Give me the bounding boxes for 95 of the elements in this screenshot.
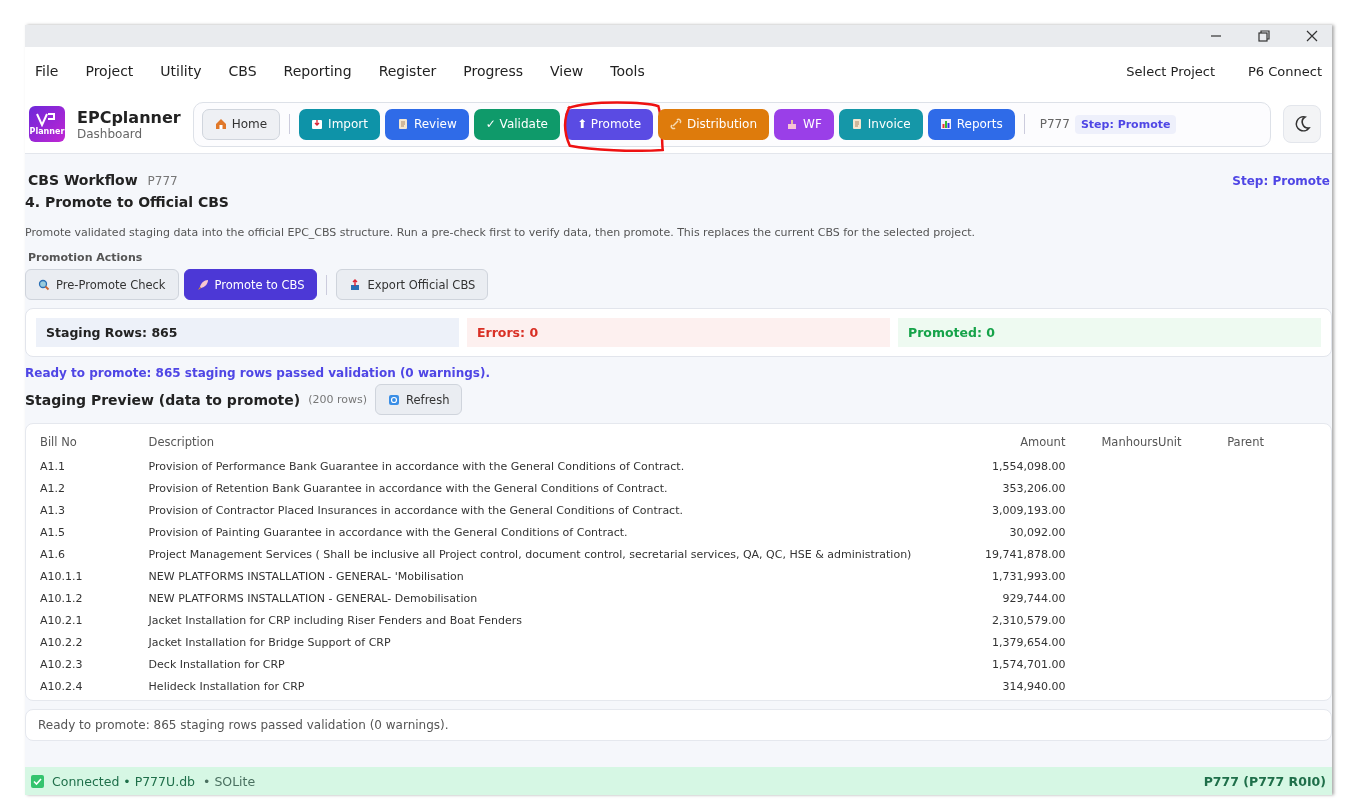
table-cell: NEW PLATFORMS INSTALLATION - GENERAL- 'Mobilisation — [148, 569, 464, 583]
menu-item[interactable]: Select Project — [1126, 63, 1215, 79]
action-button[interactable]: Export Official CBS — [336, 269, 489, 300]
menu-item[interactable]: Register — [378, 63, 437, 79]
project-code: P777 — [147, 174, 178, 188]
menu-item[interactable]: CBS — [228, 63, 257, 79]
toolbar-button[interactable]: Import — [299, 108, 380, 140]
table-cell: 1,379,654.00 — [991, 635, 1066, 649]
toolbar-button[interactable]: Review — [384, 108, 469, 140]
link-icon — [670, 118, 682, 130]
menu-item[interactable]: Utility — [160, 63, 202, 79]
column-header: Bill No — [40, 434, 149, 455]
table-cell: 353,206.00 — [1002, 481, 1066, 495]
refresh-icon — [388, 393, 401, 406]
column-header: ManhoursUnit — [1065, 434, 1210, 455]
cake-icon — [786, 118, 799, 130]
export-icon — [349, 278, 362, 291]
menu-item[interactable]: P6 Connect — [1248, 63, 1322, 79]
import-icon — [311, 118, 324, 130]
table-cell: Deck Installation for CRP — [148, 657, 285, 671]
table-cell: Provision of Performance Bank Guarantee in accordance with the General Conditions of Contract. — [148, 459, 685, 473]
document-icon — [850, 118, 863, 130]
table-cell: A1.2 — [40, 481, 66, 495]
column-header: Parent — [1226, 434, 1264, 451]
menu-item[interactable]: Tools — [610, 63, 645, 79]
close-icon[interactable] — [1306, 30, 1318, 42]
table-cell: 314,940.00 — [1002, 679, 1066, 693]
table-cell: Jacket Installation for CRP including Riser Fenders and Boat Fenders — [148, 613, 522, 627]
action-button[interactable]: Promote to CBS — [183, 269, 318, 300]
toolbar-button[interactable]: ⬆ Promote — [565, 108, 653, 140]
action-button[interactable]: Pre-Promote Check — [25, 269, 179, 300]
table-cell: A10.2.2 — [40, 635, 83, 649]
table-cell: A1.3 — [40, 503, 66, 517]
stat-tile: Errors: 0 — [467, 318, 890, 347]
table-cell: Provision of Contractor Placed Insurances in accordance with the General Conditions of Contract. — [148, 503, 683, 517]
connection-status: Connected • P777U.db — [52, 773, 196, 789]
table-cell: 1,731,993.00 — [991, 569, 1066, 583]
workflow-title: CBS Workflow — [28, 172, 138, 188]
table-cell: 19,741,878.00 — [984, 547, 1066, 561]
table-cell: 3,009,193.00 — [991, 503, 1066, 517]
database-type: • SOLite — [203, 773, 256, 789]
table-cell: A10.2.1 — [40, 613, 83, 627]
table-cell: Helideck Installation for CRP — [148, 679, 305, 693]
table-cell: 30,092.00 — [1009, 525, 1066, 539]
toolbar-button[interactable]: Reports — [927, 108, 1015, 140]
menu-item[interactable]: Project — [85, 63, 134, 79]
column-header: Description — [148, 434, 216, 451]
toolbar-button[interactable]: Home — [201, 108, 281, 140]
table-cell: A1.5 — [40, 525, 66, 539]
table-cell: Provision of Painting Guarantee in accordance with the General Conditions of Contract. — [148, 525, 628, 539]
chart-icon — [939, 118, 952, 130]
table-cell: A1.1 — [40, 459, 66, 473]
stat-tile: Staging Rows: 865 — [36, 318, 459, 347]
section-heading: 4. Promote to Official CBS — [25, 194, 230, 210]
document-icon — [396, 118, 409, 130]
table-cell: A10.1.1 — [40, 569, 83, 583]
search-icon — [38, 278, 50, 291]
table-cell: A10.2.4 — [40, 679, 83, 693]
table-cell: A10.1.2 — [40, 591, 83, 605]
preview-title: Staging Preview (data to promote) — [25, 391, 301, 408]
app-logo: Planner — [29, 106, 65, 142]
table-cell: A1.6 — [40, 547, 66, 561]
stat-tile: Promoted: 0 — [898, 318, 1321, 347]
restore-icon[interactable] — [1258, 30, 1270, 42]
status-message: Ready to promote: 865 staging rows passed validation (0 warnings). — [25, 366, 491, 380]
toolbar-button[interactable]: WF — [774, 108, 834, 140]
project-code: P777 — [1039, 117, 1070, 131]
menu-item[interactable]: File — [35, 63, 59, 79]
table-cell: Project Management Services ( Shall be inclusive all Project control, document control, secretarial services, QA, QC, HSE & administration) — [148, 547, 912, 561]
check-icon — [31, 774, 44, 788]
step-label: Step: Promote — [1232, 174, 1330, 188]
table-cell: 1,554,098.00 — [991, 459, 1066, 473]
home-icon — [214, 118, 227, 130]
toolbar-button[interactable]: ✓ Validate — [473, 108, 560, 140]
dark-mode-button[interactable] — [1282, 105, 1321, 143]
app-subtitle: Dashboard — [77, 126, 144, 141]
table-cell: 2,310,579.00 — [991, 613, 1066, 627]
column-header: Amount — [1019, 434, 1066, 451]
step-badge: Step: Promote — [1074, 114, 1177, 134]
footer-message: Ready to promote: 865 staging rows passed validation (0 warnings). — [25, 709, 1332, 741]
menu-item[interactable]: Reporting — [283, 63, 352, 79]
description: Promote validated staging data into the official EPC_CBS structure. Run a pre-check first to verify data, then promote. This replaces the current CBS for the selected project. — [25, 226, 976, 239]
row-count: (200 rows) — [308, 393, 368, 406]
table-cell: A10.2.3 — [40, 657, 83, 671]
project-info: P777 (P777 R0I0) — [1203, 773, 1326, 789]
table-cell: 1,574,701.00 — [991, 657, 1066, 671]
table-cell: NEW PLATFORMS INSTALLATION - GENERAL- Demobilisation — [148, 591, 478, 605]
menu-item[interactable]: View — [550, 63, 584, 79]
table-cell: Jacket Installation for Bridge Support of CRP — [148, 635, 391, 649]
section-label: Promotion Actions — [28, 251, 144, 264]
menu-item[interactable]: Progress — [463, 63, 523, 79]
table-cell: Provision of Retention Bank Guarantee in accordance with the General Conditions of Contract. — [148, 481, 668, 495]
refresh-button[interactable]: Refresh — [375, 384, 463, 415]
table-cell: 929,744.00 — [1002, 591, 1066, 605]
app-name: EPCplanner — [77, 107, 181, 127]
